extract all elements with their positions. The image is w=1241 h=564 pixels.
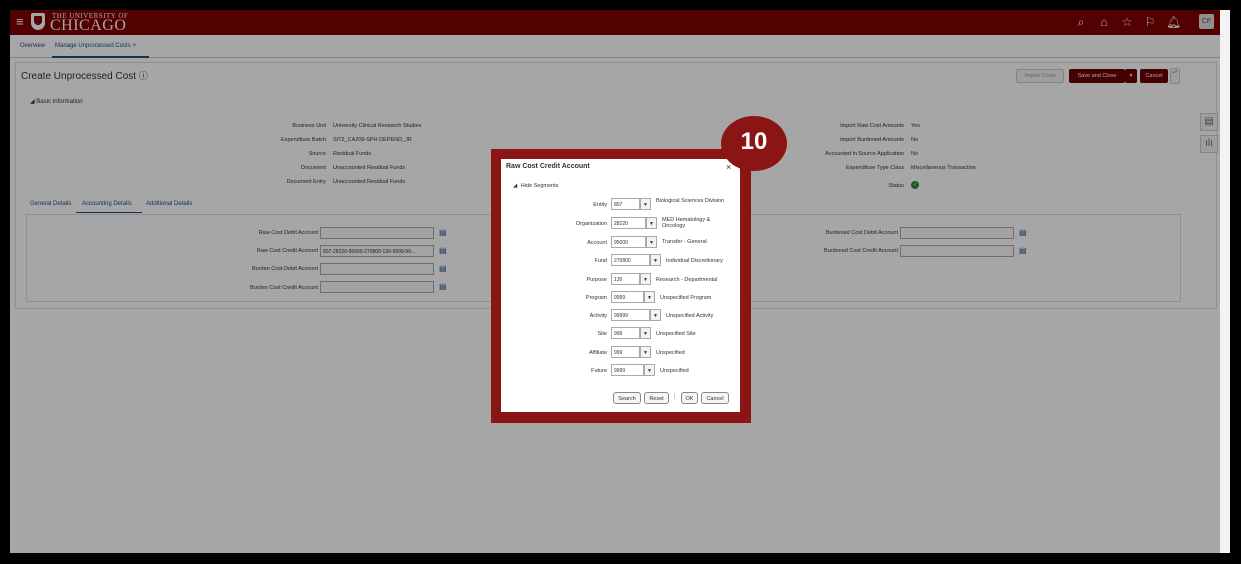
segment-row: Activity 99999 ▼ Unspecified Activity: [501, 309, 740, 325]
hide-segments-toggle[interactable]: ◢ Hide Segments: [513, 183, 558, 189]
affiliate-input[interactable]: 999: [611, 346, 640, 358]
chevron-down-icon[interactable]: ▼: [640, 273, 651, 285]
chevron-down-icon[interactable]: ▼: [644, 291, 655, 303]
segment-row: Purpose 130 ▼ Research - Departmental: [501, 273, 740, 289]
chevron-down-icon[interactable]: ▼: [640, 327, 651, 339]
dialog-title: Raw Cost Credit Account: [506, 163, 590, 170]
chevron-down-icon[interactable]: ▼: [646, 236, 657, 248]
program-input[interactable]: 9999: [611, 291, 644, 303]
chevron-down-icon[interactable]: ▼: [640, 198, 651, 210]
segment-label: Account: [587, 240, 607, 246]
segment-row: Program 9999 ▼ Unspecified Program: [501, 291, 740, 307]
chevron-down-icon[interactable]: ▼: [650, 254, 661, 266]
segment-label: Site: [597, 331, 607, 337]
segment-label: Fund: [594, 258, 607, 264]
segment-row: Account 95000 ▼ Transfer - General: [501, 236, 740, 252]
segment-row: Site 999 ▼ Unspecified Site: [501, 327, 740, 343]
segment-label: Purpose: [586, 277, 608, 283]
segment-label: Affiliate: [589, 350, 607, 356]
segment-label: Program: [585, 295, 607, 301]
site-input[interactable]: 999: [611, 327, 640, 339]
segment-row: Future 9999 ▼ Unspecified: [501, 364, 740, 380]
chevron-down-icon[interactable]: ▼: [644, 364, 655, 376]
segment-row: Organization 28220 ▼ MED Hematology & On…: [501, 217, 740, 233]
button-separator: |: [674, 394, 676, 400]
segment-label: Future: [591, 368, 607, 374]
segment-description: Transfer - General: [662, 239, 707, 245]
segment-description: Unspecified Site: [656, 331, 696, 337]
search-button[interactable]: Search: [613, 392, 641, 404]
step-number-badge: 10: [721, 116, 787, 171]
segment-row: Affiliate 999 ▼ Unspecified: [501, 346, 740, 362]
step-number: 10: [740, 128, 768, 155]
chevron-down-icon[interactable]: ▼: [640, 346, 651, 358]
segment-description: MED Hematology & Oncology: [662, 217, 711, 229]
chevron-down-icon[interactable]: ▼: [646, 217, 657, 229]
purpose-input[interactable]: 130: [611, 273, 640, 285]
entity-input[interactable]: 807: [611, 198, 640, 210]
raw-cost-credit-account-dialog: Raw Cost Credit Account × ◢ Hide Segment…: [501, 159, 740, 412]
segment-label: Activity: [589, 313, 607, 319]
segment-description: Unspecified Activity: [666, 313, 714, 319]
segment-row: Entity 807 ▼ Biological Sciences Divisio…: [501, 198, 740, 214]
segment-description: Unspecified: [656, 350, 685, 356]
hide-segments-label: Hide Segments: [520, 183, 559, 189]
organization-input[interactable]: 28220: [611, 217, 646, 229]
segment-description: Research - Departmental: [656, 277, 718, 283]
dialog-cancel-button[interactable]: Cancel: [701, 392, 729, 404]
segment-description: Biological Sciences Division: [656, 198, 725, 204]
activity-input[interactable]: 99999: [611, 309, 650, 321]
segment-label: Entity: [593, 202, 607, 208]
ok-button[interactable]: OK: [681, 392, 698, 404]
segment-description: Unspecified: [660, 368, 689, 374]
segment-description: Individual Discretionary: [666, 258, 723, 264]
reset-button[interactable]: Reset: [644, 392, 669, 404]
scrollbar[interactable]: [1220, 10, 1230, 553]
account-input[interactable]: 95000: [611, 236, 646, 248]
segment-label: Organization: [575, 221, 607, 227]
segment-row: Fund 270800 ▼ Individual Discretionary: [501, 254, 740, 270]
segment-description: Unspecified Program: [660, 295, 712, 301]
future-input[interactable]: 9999: [611, 364, 644, 376]
fund-input[interactable]: 270800: [611, 254, 650, 266]
chevron-down-icon[interactable]: ▼: [650, 309, 661, 321]
